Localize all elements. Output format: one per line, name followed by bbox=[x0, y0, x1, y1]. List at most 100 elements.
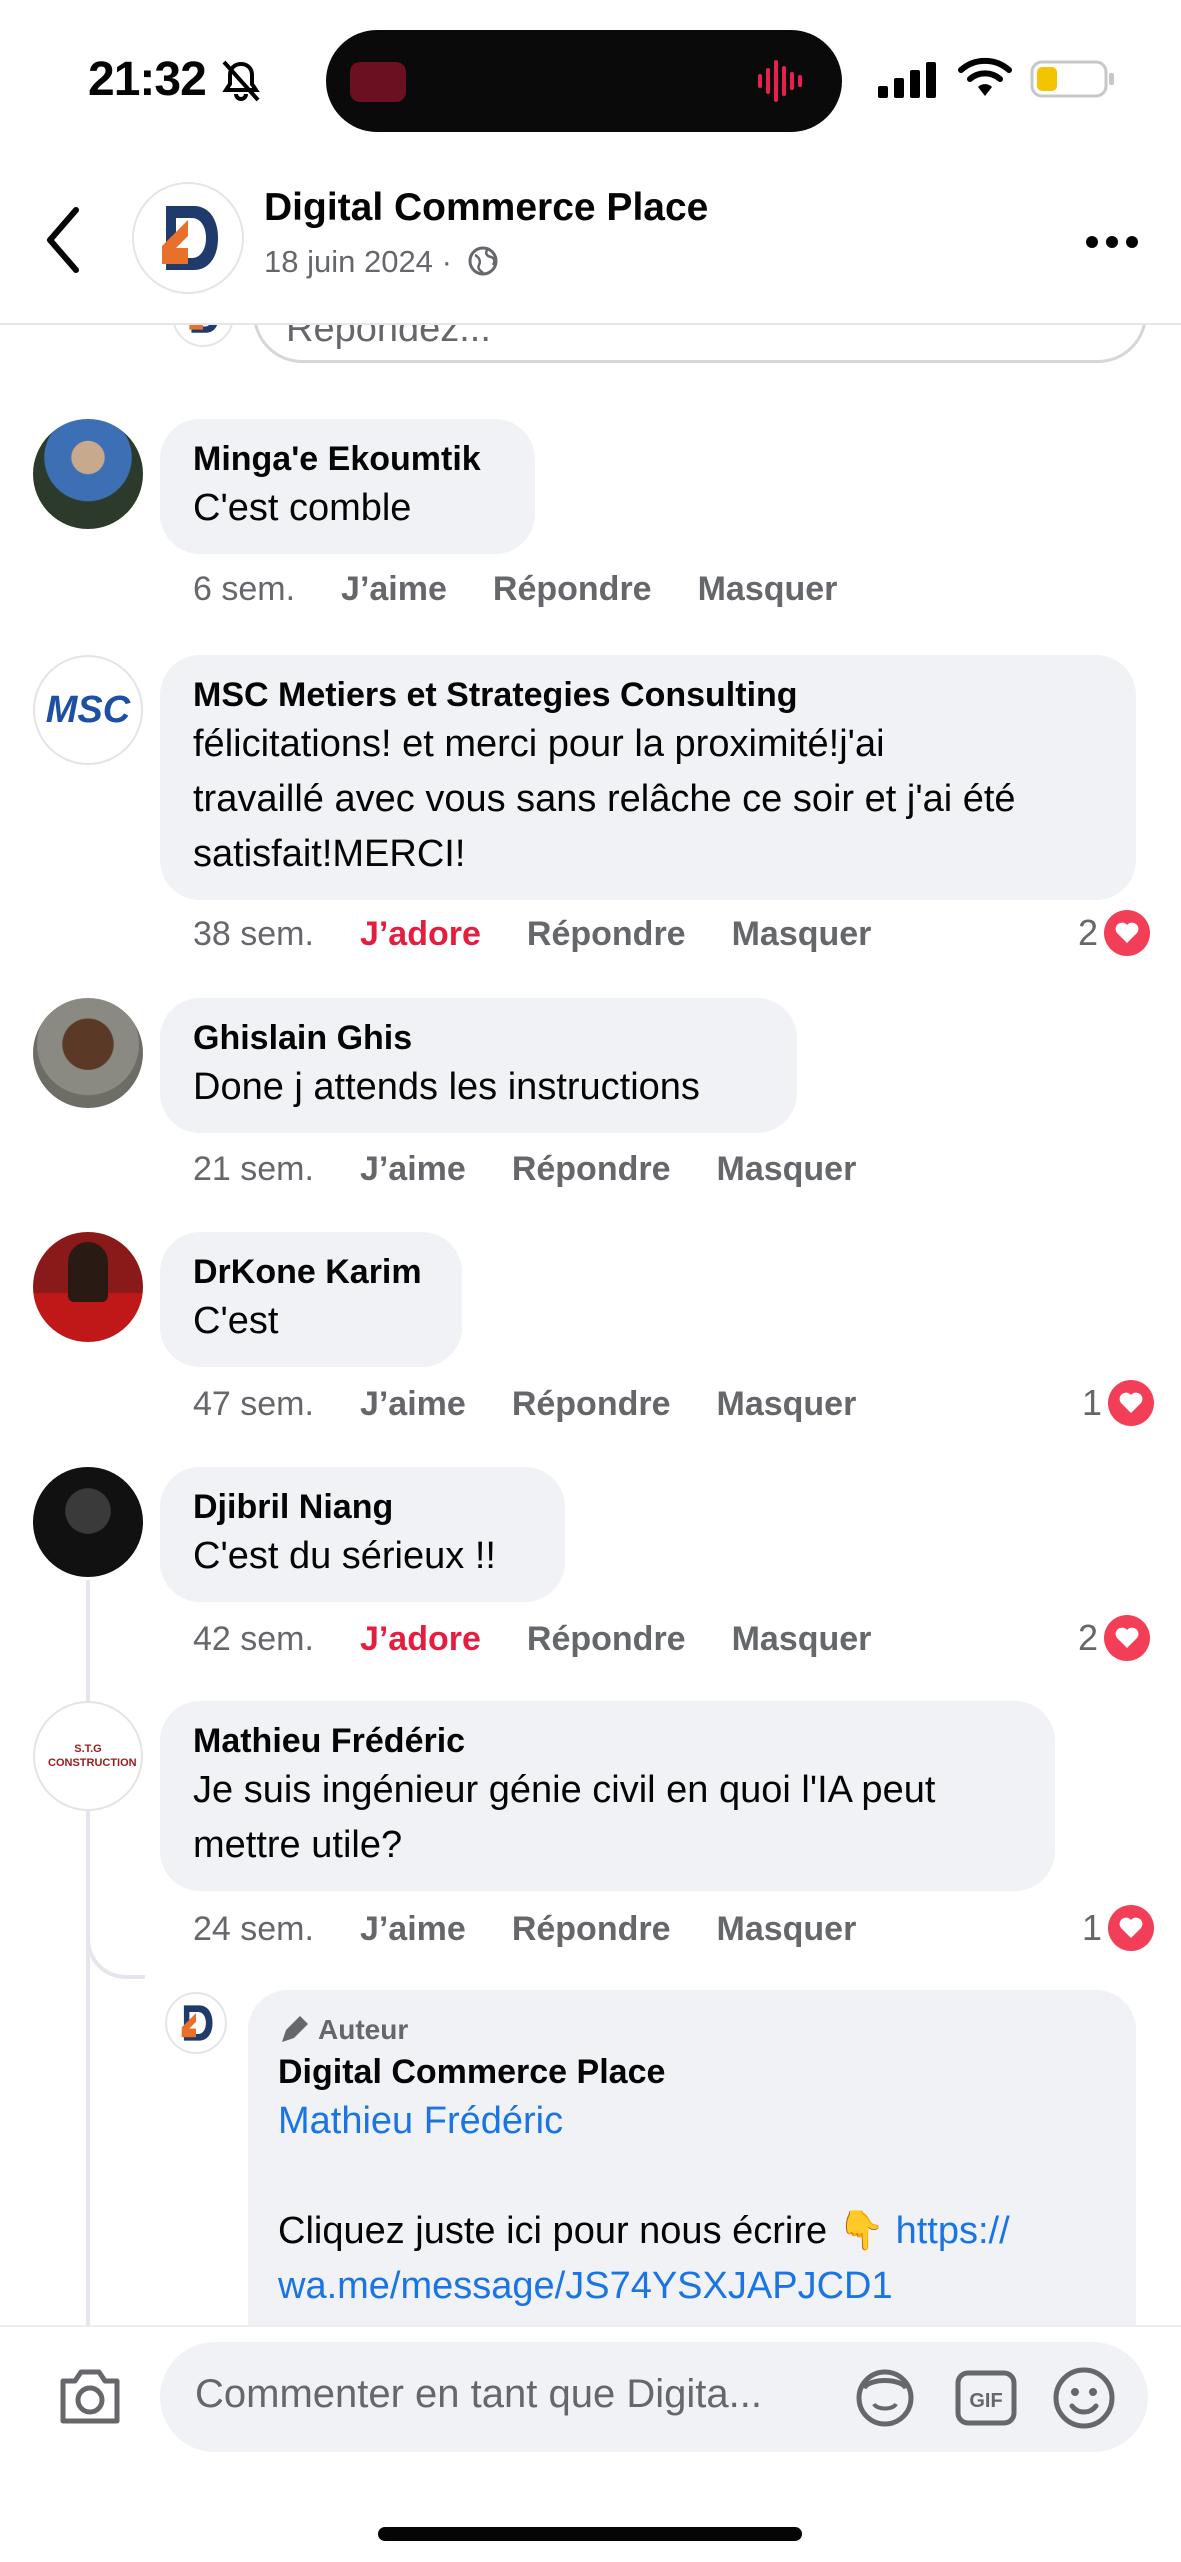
audio-wave-icon bbox=[758, 60, 802, 102]
comment-author[interactable]: Ghislain Ghis bbox=[193, 1016, 765, 1060]
meta-separator: · bbox=[441, 244, 452, 279]
avatar[interactable]: MSC bbox=[33, 655, 143, 765]
pencil-icon bbox=[282, 2016, 308, 2042]
hide-button[interactable]: Masquer bbox=[717, 1910, 857, 1949]
comment-actions: 38 sem. J’adore Répondre Masquer bbox=[193, 915, 917, 954]
comment-bubble[interactable]: Djibril Niang C'est du sérieux !! bbox=[160, 1467, 565, 1602]
author-badge: Auteur bbox=[278, 2010, 1106, 2050]
comment-actions: 47 sem. J’aime Répondre Masquer bbox=[193, 1385, 902, 1424]
reaction-number: 2 bbox=[1078, 912, 1099, 953]
comment-bubble[interactable]: Minga'e Ekoumtik C'est comble bbox=[160, 419, 535, 554]
author-avatar[interactable] bbox=[165, 1992, 227, 2054]
wa-link-part1[interactable]: https:// bbox=[896, 2210, 1010, 2252]
reaction-count[interactable]: 2 bbox=[1078, 1615, 1151, 1661]
comment-author[interactable]: DrKone Karim bbox=[193, 1250, 430, 1294]
page-title[interactable]: Digital Commerce Place bbox=[264, 186, 708, 230]
hide-button[interactable]: Masquer bbox=[732, 1620, 872, 1659]
wa-link-part2[interactable]: wa.me/message/JS74YSXJAPJCD1 bbox=[278, 2259, 1106, 2314]
comment-author[interactable]: MSC Metiers et Strategies Consulting bbox=[193, 673, 1104, 717]
avatar[interactable] bbox=[33, 419, 143, 529]
like-button[interactable]: J’aime bbox=[360, 1385, 466, 1424]
reaction-count[interactable]: 1 bbox=[1082, 1380, 1155, 1426]
avatar-figure bbox=[68, 1242, 108, 1302]
avatar[interactable] bbox=[33, 1232, 143, 1342]
status-time: 21:32 bbox=[88, 53, 207, 106]
comment-text-line: mettre utile? bbox=[193, 1824, 403, 1866]
reply-avatar-small bbox=[172, 325, 234, 347]
bell-muted-icon bbox=[222, 60, 260, 102]
heart-icon bbox=[1108, 1905, 1155, 1951]
like-button[interactable]: J’aime bbox=[341, 570, 447, 609]
reply-placeholder: Répondez... bbox=[286, 325, 491, 350]
back-arrow-icon[interactable] bbox=[40, 200, 90, 280]
msc-logo-text: MSC bbox=[45, 688, 131, 731]
comment-text: C'est comble bbox=[193, 487, 412, 529]
reply-button[interactable]: Répondre bbox=[512, 1150, 671, 1189]
hide-button[interactable]: Masquer bbox=[717, 1150, 857, 1189]
hide-button[interactable]: Masquer bbox=[732, 915, 872, 954]
comment-time: 6 sem. bbox=[193, 570, 296, 608]
reaction-count[interactable]: 2 bbox=[1078, 910, 1151, 956]
heart-icon bbox=[1104, 1615, 1151, 1661]
comment-bubble[interactable]: MSC Metiers et Strategies Consulting fél… bbox=[160, 655, 1136, 900]
comment-time: 47 sem. bbox=[193, 1385, 314, 1423]
comment-actions: 21 sem. J’aime Répondre Masquer bbox=[193, 1150, 902, 1189]
comment-bubble[interactable]: Ghislain Ghis Done j attends les instruc… bbox=[160, 998, 797, 1133]
heart-icon bbox=[1104, 910, 1151, 956]
comment-actions: 24 sem. J’aime Répondre Masquer bbox=[193, 1910, 902, 1949]
globe-icon bbox=[468, 246, 498, 276]
comment-text-line: Je suis ingénieur génie civil en quoi l'… bbox=[193, 1769, 936, 1811]
gif-icon[interactable]: GIF bbox=[955, 2370, 1017, 2426]
wifi-icon bbox=[958, 57, 1012, 96]
comment-text: C'est du sérieux !! bbox=[193, 1535, 496, 1577]
svg-text:GIF: GIF bbox=[969, 2390, 1002, 2412]
comment-author[interactable]: Minga'e Ekoumtik bbox=[193, 437, 503, 481]
reply-button[interactable]: Répondre bbox=[527, 915, 686, 954]
home-indicator bbox=[378, 2527, 802, 2541]
camera-icon[interactable] bbox=[55, 2365, 125, 2429]
comment-time: 24 sem. bbox=[193, 1910, 314, 1948]
comment-placeholder: Commenter en tant que Digita... bbox=[195, 2372, 762, 2416]
like-button[interactable]: J’aime bbox=[360, 1910, 466, 1949]
page-avatar[interactable] bbox=[132, 182, 244, 294]
hide-button[interactable]: Masquer bbox=[698, 570, 838, 609]
dcp-logo-icon bbox=[181, 2005, 213, 2041]
avatar-sticker-icon[interactable] bbox=[852, 2368, 918, 2428]
dynamic-island bbox=[326, 30, 842, 132]
mention-link[interactable]: Mathieu Frédéric bbox=[278, 2094, 1106, 2149]
comments-list: Répondez... Minga'e Ekoumtik C'est combl… bbox=[0, 325, 1181, 2325]
reply-button[interactable]: Répondre bbox=[512, 1385, 671, 1424]
comment-composer: Commenter en tant que Digita... GIF bbox=[0, 2325, 1181, 2562]
comment-author[interactable]: Mathieu Frédéric bbox=[193, 1719, 1023, 1763]
cellular-signal-icon bbox=[878, 62, 936, 98]
comment-time: 42 sem. bbox=[193, 1620, 314, 1658]
avatar[interactable] bbox=[33, 998, 143, 1108]
reply-button[interactable]: Répondre bbox=[493, 570, 652, 609]
emoji-icon[interactable] bbox=[1052, 2366, 1116, 2430]
reply-bubble[interactable]: Auteur Digital Commerce Place Mathieu Fr… bbox=[248, 1990, 1136, 2325]
author-badge-label: Auteur bbox=[318, 2014, 409, 2045]
comment-text-line: travaillé avec vous sans relâche ce soir… bbox=[193, 778, 1016, 820]
comment-author[interactable]: Djibril Niang bbox=[193, 1485, 533, 1529]
comment-bubble[interactable]: Mathieu Frédéric Je suis ingénieur génie… bbox=[160, 1701, 1055, 1891]
love-button[interactable]: J’adore bbox=[360, 1620, 481, 1659]
comment-time: 38 sem. bbox=[193, 915, 314, 953]
reply-button[interactable]: Répondre bbox=[512, 1910, 671, 1949]
comment-text: C'est bbox=[193, 1300, 279, 1342]
avatar[interactable]: S.T.G CONSTRUCTION bbox=[33, 1701, 143, 1811]
comment-input[interactable]: Commenter en tant que Digita... GIF bbox=[160, 2342, 1148, 2452]
reply-button[interactable]: Répondre bbox=[527, 1620, 686, 1659]
reply-author[interactable]: Digital Commerce Place bbox=[278, 2050, 1106, 2094]
reply-input[interactable]: Répondez... bbox=[253, 325, 1147, 363]
reaction-count[interactable]: 1 bbox=[1082, 1905, 1155, 1951]
hide-button[interactable]: Masquer bbox=[717, 1385, 857, 1424]
more-options-icon[interactable] bbox=[1082, 222, 1142, 262]
love-button[interactable]: J’adore bbox=[360, 915, 481, 954]
avatar[interactable] bbox=[33, 1467, 143, 1577]
comment-bubble[interactable]: DrKone Karim C'est bbox=[160, 1232, 462, 1367]
comment-time: 21 sem. bbox=[193, 1150, 314, 1188]
heart-icon bbox=[1108, 1380, 1155, 1426]
post-date: 18 juin 2024 bbox=[264, 244, 433, 279]
like-button[interactable]: J’aime bbox=[360, 1150, 466, 1189]
